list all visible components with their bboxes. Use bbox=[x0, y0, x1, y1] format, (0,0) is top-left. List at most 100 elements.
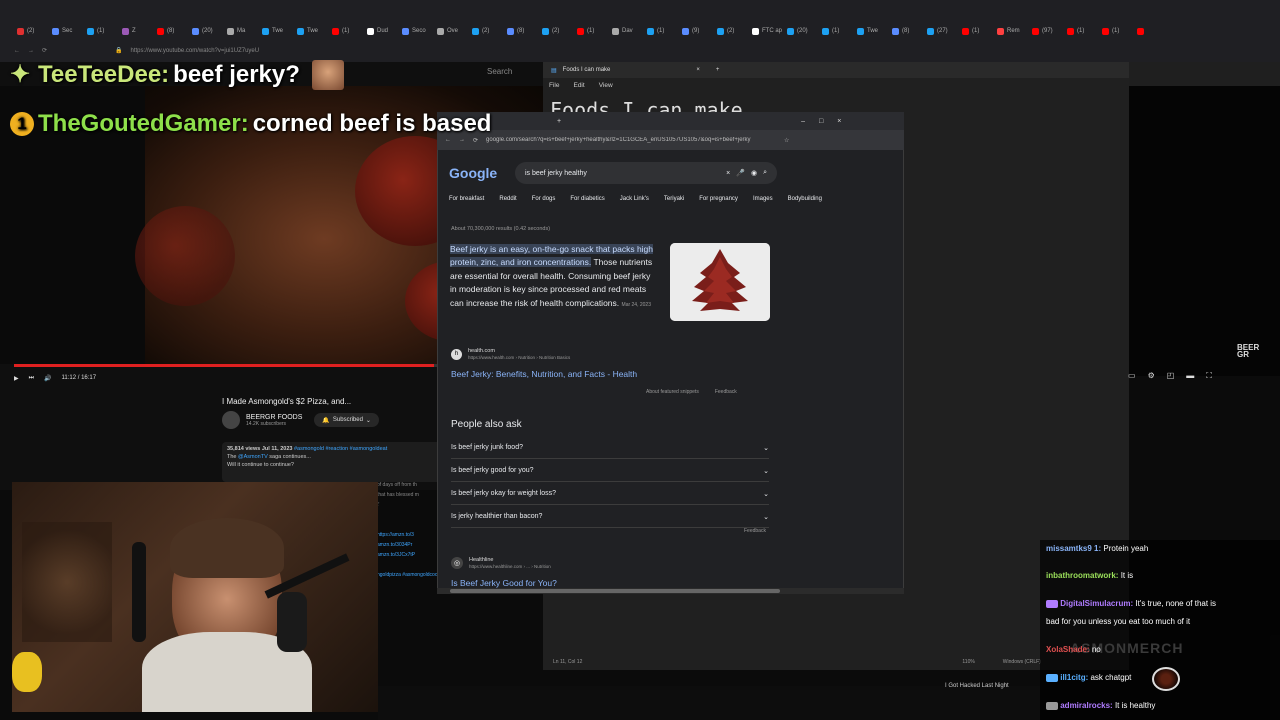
browser-tab[interactable]: (8) bbox=[889, 22, 922, 40]
google-logo[interactable]: Google bbox=[449, 165, 497, 181]
google-search-input[interactable]: is beef jerky healthy × 🎤 ◉ ⌕ bbox=[515, 162, 777, 184]
tab-label: Dav bbox=[622, 28, 633, 34]
browser-tab[interactable]: Twe bbox=[294, 22, 327, 40]
search-chip[interactable]: For pregnancy bbox=[699, 196, 738, 202]
search-result-link[interactable]: Is Beef Jerky Good for You? bbox=[451, 578, 557, 588]
paa-question[interactable]: Is beef jerky good for you? ⌄ bbox=[451, 460, 769, 482]
browser-tab[interactable]: Ove bbox=[434, 22, 467, 40]
close-icon[interactable]: × bbox=[696, 67, 700, 73]
maximize-icon[interactable]: □ bbox=[819, 118, 823, 125]
browser-tab[interactable]: Twe bbox=[854, 22, 887, 40]
clear-icon[interactable]: × bbox=[726, 170, 730, 177]
miniplayer-icon[interactable]: ◰ bbox=[1167, 371, 1175, 381]
browser-tab[interactable]: (20) bbox=[189, 22, 222, 40]
feedback-link[interactable]: Feedback bbox=[744, 528, 766, 534]
tab-favicon-icon bbox=[787, 27, 794, 35]
browser-tab[interactable]: (27) bbox=[924, 22, 957, 40]
browser-tab[interactable]: Seco bbox=[399, 22, 432, 40]
play-icon[interactable]: ▶ bbox=[14, 375, 19, 382]
browser-tab[interactable]: (1) bbox=[959, 22, 992, 40]
browser-tab[interactable]: (97) bbox=[1029, 22, 1062, 40]
browser-tab[interactable]: (2) bbox=[14, 22, 47, 40]
chat-text: ask chatgpt bbox=[1090, 673, 1132, 682]
new-tab-icon[interactable]: + bbox=[716, 67, 720, 73]
browser-tab[interactable]: (1) bbox=[1099, 22, 1132, 40]
browser-tab[interactable]: (1) bbox=[574, 22, 607, 40]
browser-tab[interactable]: (9) bbox=[679, 22, 712, 40]
search-chip[interactable]: Jack Link's bbox=[620, 196, 649, 202]
youtube-search[interactable]: Search bbox=[487, 67, 512, 76]
browser-tab[interactable]: (1) bbox=[1064, 22, 1097, 40]
browser-tab[interactable]: Sec bbox=[49, 22, 82, 40]
browser-tab[interactable]: (1) bbox=[644, 22, 677, 40]
address-bar[interactable]: ← → ⟳ 🔒 https://www.youtube.com/watch?v=… bbox=[14, 44, 1114, 57]
about-snippets-link[interactable]: About featured snippets bbox=[646, 389, 699, 395]
source-link[interactable]: Beef Jerky: Benefits, Nutrition, and Fac… bbox=[451, 369, 637, 379]
chat-username: XolaShade: bbox=[1046, 645, 1090, 654]
search-chip[interactable]: Reddit bbox=[499, 196, 516, 202]
browser-tab[interactable]: (1) bbox=[329, 22, 362, 40]
feedback-link[interactable]: Feedback bbox=[715, 389, 737, 395]
subscribe-button[interactable]: 🔔 Subscribed ⌄ bbox=[314, 413, 379, 427]
browser-tab[interactable]: Ma bbox=[224, 22, 257, 40]
browser-tab[interactable]: (20) bbox=[784, 22, 817, 40]
paa-question[interactable]: Is jerky healthier than bacon? ⌄ bbox=[451, 506, 769, 528]
search-result-source[interactable]: ◎ Healthline https://www.healthline.com … bbox=[451, 557, 551, 569]
paa-question[interactable]: Is beef jerky junk food? ⌄ bbox=[451, 437, 769, 459]
browser-tab[interactable]: FTC app bbox=[749, 22, 782, 40]
next-icon[interactable]: ⏭ bbox=[29, 375, 34, 382]
notepad-tab[interactable]: Foods I can make bbox=[563, 67, 611, 73]
lens-icon[interactable]: ◉ bbox=[751, 169, 757, 177]
browser-tab[interactable]: (1) bbox=[819, 22, 852, 40]
gear-icon[interactable]: ⚙ bbox=[1148, 371, 1155, 381]
search-chip[interactable]: For dogs bbox=[532, 196, 556, 202]
menu-file[interactable]: File bbox=[549, 82, 559, 89]
theater-icon[interactable]: ▬ bbox=[1186, 371, 1194, 381]
mic-icon[interactable]: 🎤 bbox=[736, 169, 745, 177]
url-text[interactable]: google.com/search?q=is+beef+jerky+health… bbox=[486, 137, 776, 143]
browser-tab[interactable]: Dav bbox=[609, 22, 642, 40]
scrollbar-thumb[interactable] bbox=[450, 589, 780, 593]
search-chip[interactable]: Teriyaki bbox=[664, 196, 684, 202]
volume-icon[interactable]: 🔊 bbox=[44, 375, 51, 382]
hashtags[interactable]: #asmongold #reaction #asmongoldeat bbox=[294, 446, 387, 452]
back-icon[interactable]: ← bbox=[14, 48, 20, 54]
search-chip[interactable]: Bodybuilding bbox=[788, 196, 822, 202]
browser-tab[interactable]: Z bbox=[119, 22, 152, 40]
beef-jerky-image[interactable] bbox=[670, 243, 770, 321]
browser-tab[interactable]: Rem bbox=[994, 22, 1027, 40]
browser-tab[interactable] bbox=[1134, 22, 1167, 40]
browser-tab[interactable]: (8) bbox=[504, 22, 537, 40]
channel-avatar[interactable] bbox=[222, 411, 240, 429]
menu-edit[interactable]: Edit bbox=[573, 82, 584, 89]
menu-view[interactable]: View bbox=[599, 82, 613, 89]
browser-tab[interactable]: (8) bbox=[154, 22, 187, 40]
search-icon[interactable]: ⌕ bbox=[763, 169, 767, 177]
mention-link[interactable]: @AsmonTV bbox=[238, 454, 268, 460]
paa-question[interactable]: Is beef jerky okay for weight loss? ⌄ bbox=[451, 483, 769, 505]
google-address-bar[interactable]: ← → ⟳ google.com/search?q=is+beef+jerky+… bbox=[437, 130, 904, 150]
fullscreen-icon[interactable]: ⛶ bbox=[1206, 371, 1212, 381]
new-tab-icon[interactable]: + bbox=[557, 118, 561, 125]
browser-tab[interactable]: (2) bbox=[714, 22, 747, 40]
search-chip[interactable]: For diabetics bbox=[570, 196, 604, 202]
search-chip[interactable]: Images bbox=[753, 196, 773, 202]
channel-name[interactable]: BEERGR FOODS bbox=[246, 414, 302, 421]
forward-icon[interactable]: → bbox=[28, 48, 34, 54]
minimize-icon[interactable]: – bbox=[801, 118, 805, 125]
browser-tab[interactable]: (2) bbox=[539, 22, 572, 40]
close-icon[interactable]: × bbox=[837, 118, 841, 125]
browser-tab[interactable]: Twe bbox=[259, 22, 292, 40]
browser-tab[interactable]: Dud bbox=[364, 22, 397, 40]
video-description[interactable]: 35,814 views Jul 11, 2023 #asmongold #re… bbox=[222, 442, 442, 482]
video-suggestion-title[interactable]: I Got Hacked Last Night bbox=[945, 683, 1009, 689]
subtitles-icon[interactable]: ▭ bbox=[1128, 371, 1136, 381]
notepad-tabbar: ▤ Foods I can make × + bbox=[543, 62, 1129, 78]
reload-icon[interactable]: ⟳ bbox=[42, 47, 47, 54]
browser-tab[interactable]: (1) bbox=[84, 22, 117, 40]
browser-tab[interactable]: (2) bbox=[469, 22, 502, 40]
snippet-source[interactable]: h health.com https://www.health.com › Nu… bbox=[451, 348, 570, 360]
search-chip[interactable]: For breakfast bbox=[449, 196, 484, 202]
star-icon[interactable]: ☆ bbox=[784, 137, 789, 144]
url-text[interactable]: https://www.youtube.com/watch?v=jui1UZ7u… bbox=[131, 48, 260, 54]
